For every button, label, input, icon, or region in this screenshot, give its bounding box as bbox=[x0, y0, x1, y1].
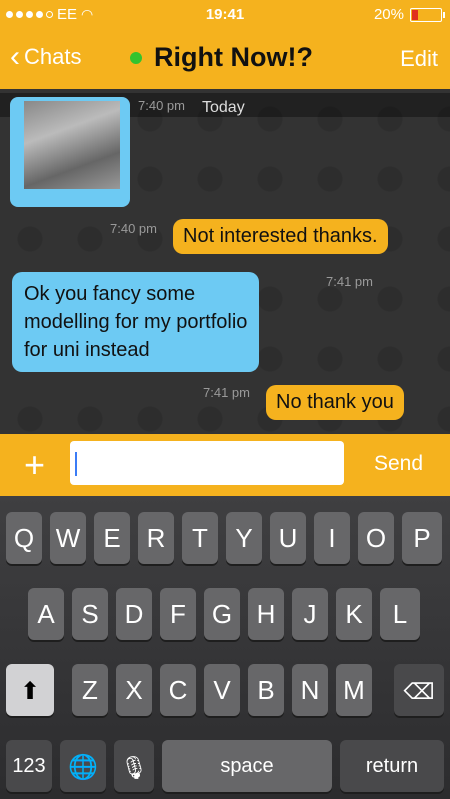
message-line: Ok you fancy some bbox=[24, 283, 196, 305]
status-bar: EE ◠ 19:41 20% bbox=[0, 0, 450, 30]
key-y[interactable]: Y bbox=[226, 512, 262, 564]
space-key[interactable]: space bbox=[162, 740, 332, 792]
key-v[interactable]: V bbox=[204, 664, 240, 716]
dictation-key[interactable]: 🎙 bbox=[114, 740, 154, 792]
photo-thumbnail[interactable] bbox=[24, 101, 120, 189]
key-t[interactable]: T bbox=[182, 512, 218, 564]
outgoing-message[interactable]: Not interested thanks. bbox=[173, 219, 388, 254]
image-message[interactable] bbox=[10, 97, 130, 207]
microphone-icon: 🎙 bbox=[120, 755, 148, 780]
outgoing-message[interactable]: No thank you bbox=[266, 385, 404, 420]
key-i[interactable]: I bbox=[314, 512, 350, 564]
globe-icon: 🌐 bbox=[68, 754, 98, 781]
key-f[interactable]: F bbox=[160, 588, 196, 640]
back-button[interactable]: ‹ Chats bbox=[10, 40, 82, 73]
key-e[interactable]: E bbox=[94, 512, 130, 564]
edit-button[interactable]: Edit bbox=[400, 46, 438, 72]
contact-name: Right Now!? bbox=[154, 42, 313, 72]
key-o[interactable]: O bbox=[358, 512, 394, 564]
key-m[interactable]: M bbox=[336, 664, 372, 716]
message-time: 7:41 pm bbox=[326, 274, 373, 289]
numbers-key[interactable]: 123 bbox=[6, 740, 52, 792]
key-b[interactable]: B bbox=[248, 664, 284, 716]
key-s[interactable]: S bbox=[72, 588, 108, 640]
message-input[interactable] bbox=[70, 441, 344, 485]
incoming-message[interactable]: Ok you fancy some modelling for my portf… bbox=[12, 272, 260, 372]
key-a[interactable]: A bbox=[28, 588, 64, 640]
chevron-left-icon: ‹ bbox=[10, 40, 20, 73]
chat-area[interactable]: 7:40 pm Today 7:40 pm Not interested tha… bbox=[0, 89, 450, 434]
back-label: Chats bbox=[24, 44, 82, 69]
key-p[interactable]: P bbox=[402, 512, 442, 564]
key-n[interactable]: N bbox=[292, 664, 328, 716]
key-r[interactable]: R bbox=[138, 512, 174, 564]
backspace-key[interactable]: ⌫ bbox=[394, 664, 444, 716]
key-x[interactable]: X bbox=[116, 664, 152, 716]
add-attachment-button[interactable]: + bbox=[24, 444, 45, 486]
nav-bar: ‹ Chats Right Now!? Edit bbox=[0, 30, 450, 89]
key-d[interactable]: D bbox=[116, 588, 152, 640]
message-line: for uni instead bbox=[24, 339, 150, 361]
key-h[interactable]: H bbox=[248, 588, 284, 640]
send-button[interactable]: Send bbox=[374, 452, 423, 476]
key-j[interactable]: J bbox=[292, 588, 328, 640]
globe-key[interactable]: 🌐 bbox=[60, 740, 106, 792]
backspace-icon: ⌫ bbox=[403, 679, 435, 704]
text-cursor bbox=[75, 452, 77, 476]
shift-key[interactable]: ⬆ bbox=[6, 664, 54, 716]
message-time: 7:40 pm bbox=[138, 98, 185, 113]
key-c[interactable]: C bbox=[160, 664, 196, 716]
day-label: Today bbox=[202, 99, 245, 116]
battery-icon bbox=[410, 7, 445, 22]
battery-percent: 20% bbox=[373, 6, 404, 23]
key-k[interactable]: K bbox=[336, 588, 372, 640]
shift-arrow-icon: ⬆ bbox=[19, 678, 41, 705]
key-z[interactable]: Z bbox=[72, 664, 108, 716]
return-key[interactable]: return bbox=[340, 740, 444, 792]
keyboard: Q W E R T Y U I O P A S D F G H J K L ⬆ … bbox=[0, 496, 450, 799]
message-time: 7:40 pm bbox=[110, 221, 157, 236]
message-line: modelling for my portfolio bbox=[24, 311, 248, 333]
key-w[interactable]: W bbox=[50, 512, 86, 564]
key-q[interactable]: Q bbox=[6, 512, 42, 564]
page-title[interactable]: Right Now!? bbox=[128, 42, 313, 73]
key-l[interactable]: L bbox=[380, 588, 420, 640]
online-status-icon bbox=[128, 49, 144, 66]
key-u[interactable]: U bbox=[270, 512, 306, 564]
key-g[interactable]: G bbox=[204, 588, 240, 640]
message-time: 7:41 pm bbox=[203, 385, 250, 400]
